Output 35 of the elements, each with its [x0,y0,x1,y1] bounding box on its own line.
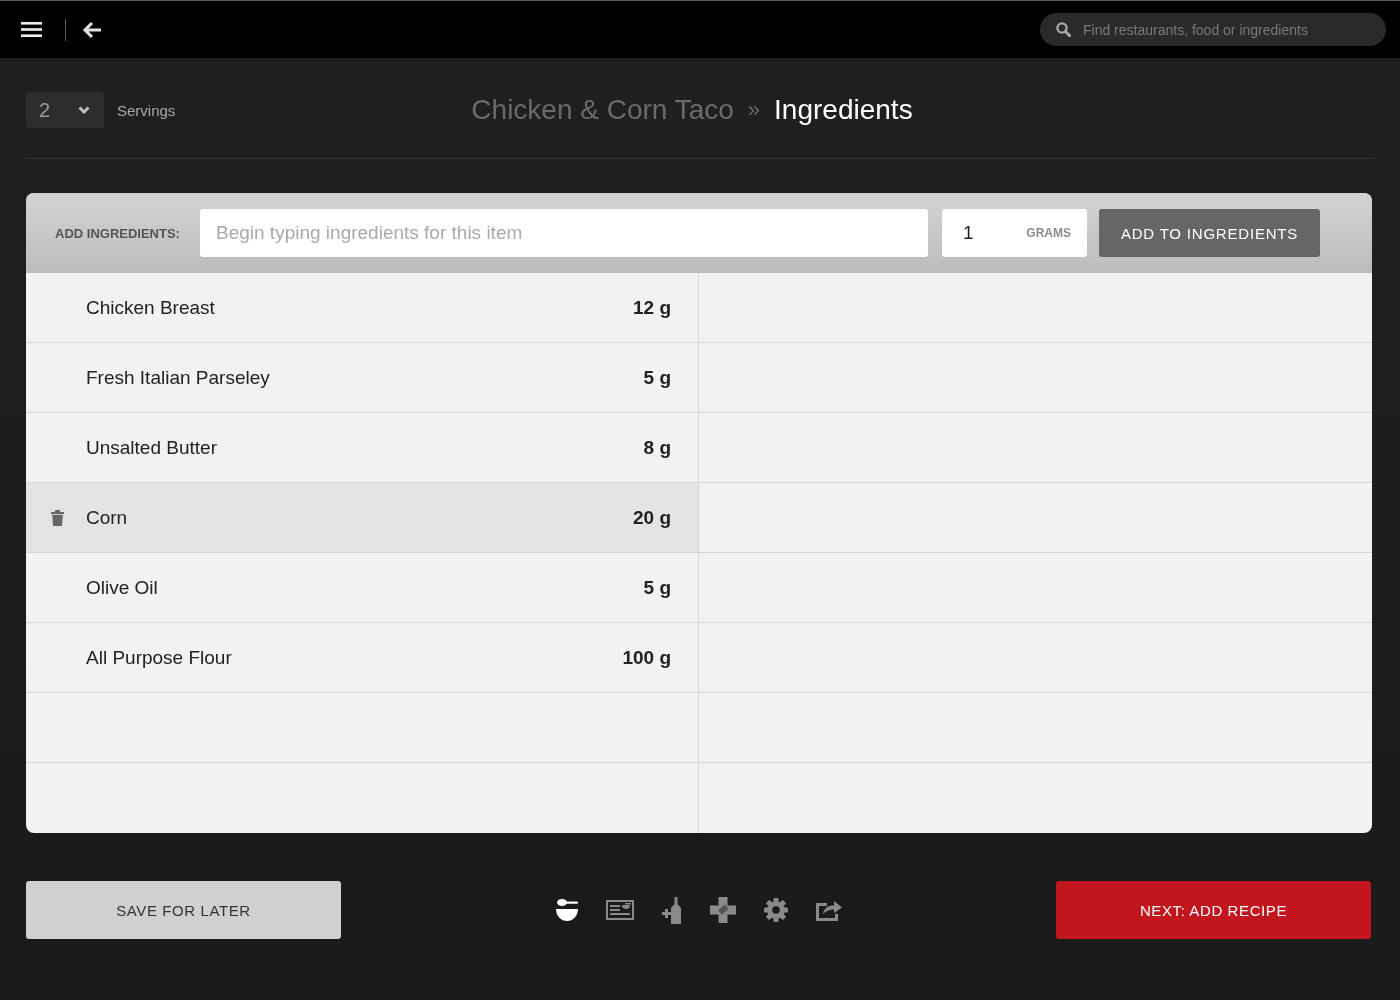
servings-label: Servings [117,101,176,119]
ingredient-amount: 12 g [632,296,671,319]
trash-icon[interactable] [51,509,64,526]
servings-select[interactable]: 2 [26,92,104,128]
ingredient-amount: 100 g [622,646,671,669]
ingredient-row[interactable]: Corn 20 g [26,483,699,552]
next-add-recipe-button[interactable]: NEXT: ADD RECIPE [1056,881,1371,939]
ingredient-amount: 5 g [643,366,671,389]
ingredient-search-field[interactable]: Begin typing ingredients for this item [200,209,928,257]
ingredient-amount: 8 g [643,436,671,459]
bottle-plus-icon[interactable] [661,896,682,924]
ingredient-name: Fresh Italian Parseley [86,366,271,389]
add-to-ingredients-button[interactable]: ADD TO INGREDIENTS [1099,209,1320,257]
bandage-cross-icon[interactable] [709,897,736,923]
breadcrumb-current: Ingredients [774,94,913,126]
recipe-card-icon[interactable] [605,900,634,920]
share-icon[interactable] [815,899,842,921]
back-arrow-icon[interactable] [82,20,102,39]
add-ingredients-label: ADD INGREDIENTS: [55,225,181,241]
ingredient-amount: 5 g [643,576,671,599]
ingredient-name: Olive Oil [86,576,159,599]
ingredient-name: Corn [86,506,129,529]
save-for-later-button[interactable]: SAVE FOR LATER [26,881,341,939]
unit-label: GRAMS [1026,226,1071,240]
ingredient-name: All Purpose Flour [86,646,233,669]
search-icon [1056,22,1071,37]
ingredient-name: Chicken Breast [86,296,216,319]
ingredient-amount: 20 g [632,506,671,529]
bowl-icon[interactable] [555,898,578,922]
menu-icon[interactable] [21,22,42,37]
chevron-down-icon [78,106,90,114]
ingredient-name: Unsalted Butter [86,436,218,459]
settings-icon[interactable] [763,898,788,922]
search-field[interactable]: Find restaurants, food or ingredients [1040,13,1386,46]
breadcrumb-separator: » [747,97,761,123]
